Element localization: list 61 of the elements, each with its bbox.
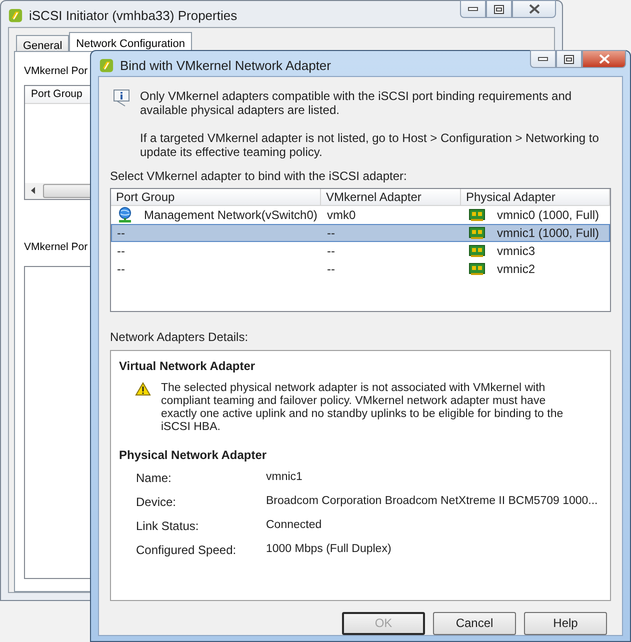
field-label: Device: bbox=[136, 494, 178, 510]
column-header[interactable]: VMkernel Adapter bbox=[321, 188, 461, 204]
warning-text: The selected physical network adapter is not associated with VMkernel with compliant teaming and failover policy. VMkernel network adapter must have exactly one active uplink and no standby uplinks to be eligible for binding to the iSCSI HBA. bbox=[161, 382, 564, 434]
maximize-icon bbox=[494, 4, 504, 14]
section-label: VMkernel Por bbox=[24, 64, 88, 79]
info-icon bbox=[113, 88, 131, 106]
maximize-button[interactable] bbox=[556, 50, 582, 68]
column-header[interactable]: Physical Adapter bbox=[461, 188, 610, 204]
table-cell-text: vmnic3 bbox=[497, 242, 536, 260]
dialog-button[interactable]: Cancel bbox=[433, 612, 516, 634]
network-card-icon bbox=[469, 226, 485, 238]
window-title: iSCSI Initiator (vmhba33) Properties bbox=[29, 7, 238, 25]
table-row[interactable]: -- -- vmnic3 bbox=[111, 242, 610, 260]
scroll-left-icon bbox=[31, 187, 35, 194]
field-label: Link Status: bbox=[136, 518, 200, 534]
network-icon bbox=[117, 206, 133, 222]
maximize-icon bbox=[564, 54, 574, 64]
field-value: Connected bbox=[266, 518, 322, 532]
table-cell-text: -- bbox=[117, 260, 125, 278]
section-heading: Virtual Network Adapter bbox=[119, 358, 256, 374]
table-row[interactable]: Management Network(vSwitch0) vmk0 vmnic0 (1000, Full) bbox=[111, 206, 610, 224]
column-header[interactable]: Port Group bbox=[111, 188, 321, 204]
field-value: 1000 Mbps (Full Duplex) bbox=[266, 542, 392, 556]
table-cell: -- bbox=[327, 262, 335, 276]
maximize-button[interactable] bbox=[486, 0, 512, 18]
network-card-icon bbox=[469, 262, 485, 274]
dialog-title: Bind with VMkernel Network Adapter bbox=[120, 57, 331, 75]
table-cell-text: -- bbox=[117, 224, 125, 242]
table-cell-text: -- bbox=[117, 242, 125, 260]
table-cell: vmk0 bbox=[327, 208, 356, 222]
network-card-icon bbox=[469, 244, 485, 256]
network-card-icon bbox=[469, 208, 485, 220]
table-cell: -- bbox=[327, 244, 335, 258]
minimize-icon bbox=[538, 57, 548, 61]
minimize-icon bbox=[468, 7, 478, 11]
details-label: Network Adapters Details: bbox=[110, 328, 250, 346]
close-icon bbox=[598, 54, 610, 64]
table-row[interactable]: -- -- vmnic1 (1000, Full) bbox=[111, 224, 610, 242]
table-cell-text: vmnic2 bbox=[497, 260, 536, 278]
table-cell-text: Management Network(vSwitch0) bbox=[144, 206, 318, 224]
app-logo-icon bbox=[99, 58, 114, 74]
field-label: Name: bbox=[136, 470, 172, 486]
field-value: vmnic1 bbox=[266, 470, 302, 484]
list-label: Select VMkernel adapter to bind with the iSCSI adapter: bbox=[110, 168, 408, 184]
app-logo-icon bbox=[8, 8, 23, 24]
dialog-button[interactable]: Help bbox=[524, 612, 607, 634]
section-label: VMkernel Por bbox=[24, 240, 88, 255]
warning-icon bbox=[135, 382, 151, 396]
close-icon bbox=[528, 4, 540, 14]
field-value: Broadcom Corporation Broadcom NetXtreme II BCM5709 1000... bbox=[266, 494, 598, 508]
close-button[interactable] bbox=[512, 0, 556, 18]
table-row[interactable]: -- -- vmnic2 bbox=[111, 260, 610, 278]
close-button[interactable] bbox=[582, 50, 626, 68]
table-cell-text: vmnic1 (1000, Full) bbox=[497, 224, 600, 242]
minimize-button[interactable] bbox=[460, 0, 486, 18]
table-cell-text: vmnic0 (1000, Full) bbox=[497, 206, 600, 224]
table-cell: -- bbox=[327, 226, 335, 240]
field-label: Configured Speed: bbox=[136, 542, 238, 558]
minimize-button[interactable] bbox=[530, 50, 556, 68]
section-heading: Physical Network Adapter bbox=[119, 446, 268, 464]
info-text: If a targeted VMkernel adapter is not listed, go to Host > Configuration > Networking to update its effective teaming policy. bbox=[140, 130, 600, 158]
